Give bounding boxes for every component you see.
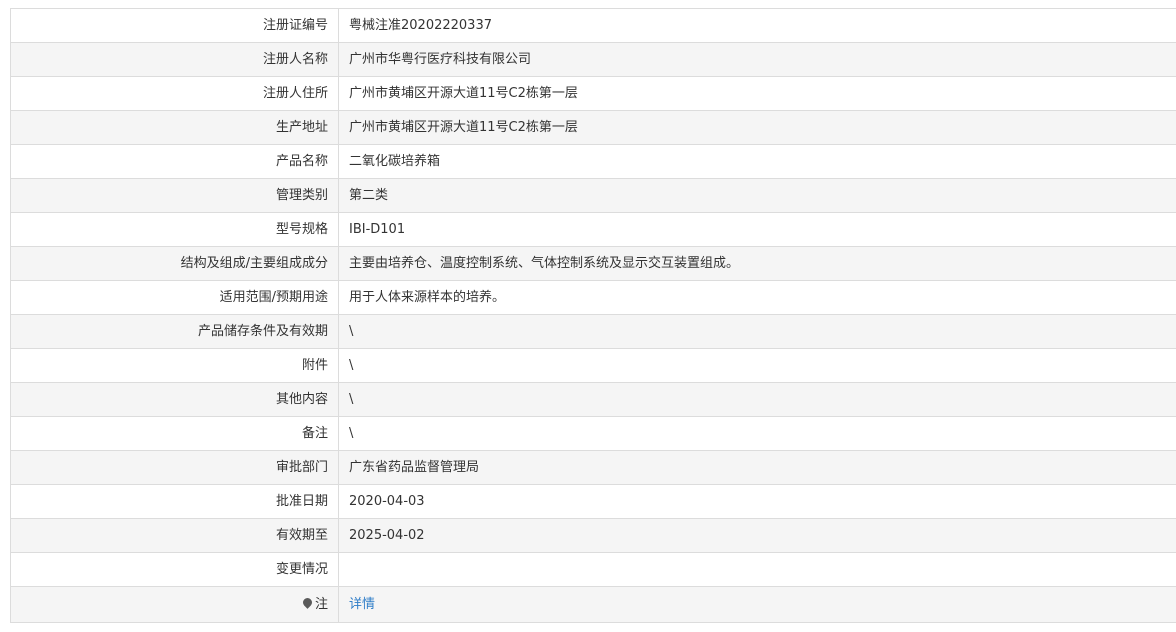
row-label: 备注 bbox=[10, 416, 339, 451]
row-label: 批准日期 bbox=[10, 484, 339, 519]
row-value: \ bbox=[338, 314, 1176, 349]
table-row: 注册人名称 广州市华粤行医疗科技有限公司 bbox=[10, 42, 1176, 77]
row-value: 用于人体来源样本的培养。 bbox=[338, 280, 1176, 315]
registration-detail-page: 注册证编号 粤械注准20202220337 注册人名称 广州市华粤行医疗科技有限… bbox=[0, 0, 1176, 632]
table-row: 注册人住所 广州市黄埔区开源大道11号C2栋第一层 bbox=[10, 76, 1176, 111]
table-row: 备注 \ bbox=[10, 416, 1176, 451]
row-label: 生产地址 bbox=[10, 110, 339, 145]
row-label: 管理类别 bbox=[10, 178, 339, 213]
row-value: \ bbox=[338, 348, 1176, 383]
row-value: 广州市黄埔区开源大道11号C2栋第一层 bbox=[338, 110, 1176, 145]
row-value: 2020-04-03 bbox=[338, 484, 1176, 519]
row-value: \ bbox=[338, 416, 1176, 451]
row-label: 附件 bbox=[10, 348, 339, 383]
table-row: 批准日期 2020-04-03 bbox=[10, 484, 1176, 519]
row-value: 广东省药品监督管理局 bbox=[338, 450, 1176, 485]
row-label: 产品储存条件及有效期 bbox=[10, 314, 339, 349]
row-value: \ bbox=[338, 382, 1176, 417]
note-row: 注 详情 bbox=[10, 586, 1176, 623]
row-value: 粤械注准20202220337 bbox=[338, 8, 1176, 43]
row-value: 2025-04-02 bbox=[338, 518, 1176, 553]
row-value: 第二类 bbox=[338, 178, 1176, 213]
row-label: 变更情况 bbox=[10, 552, 339, 587]
row-label: 注册人名称 bbox=[10, 42, 339, 77]
row-label: 适用范围/预期用途 bbox=[10, 280, 339, 315]
table-row: 有效期至 2025-04-02 bbox=[10, 518, 1176, 553]
table-row: 审批部门 广东省药品监督管理局 bbox=[10, 450, 1176, 485]
table-row: 变更情况 bbox=[10, 552, 1176, 587]
table-row: 适用范围/预期用途 用于人体来源样本的培养。 bbox=[10, 280, 1176, 315]
pin-icon bbox=[301, 596, 314, 609]
table-row: 结构及组成/主要组成成分 主要由培养仓、温度控制系统、气体控制系统及显示交互装置… bbox=[10, 246, 1176, 281]
registration-info-table: 注册证编号 粤械注准20202220337 注册人名称 广州市华粤行医疗科技有限… bbox=[10, 8, 1176, 623]
table-row: 生产地址 广州市黄埔区开源大道11号C2栋第一层 bbox=[10, 110, 1176, 145]
row-value: 广州市华粤行医疗科技有限公司 bbox=[338, 42, 1176, 77]
row-label: 审批部门 bbox=[10, 450, 339, 485]
table-row: 管理类别 第二类 bbox=[10, 178, 1176, 213]
row-value: IBI-D101 bbox=[338, 212, 1176, 247]
table-row: 型号规格 IBI-D101 bbox=[10, 212, 1176, 247]
row-value: 主要由培养仓、温度控制系统、气体控制系统及显示交互装置组成。 bbox=[338, 246, 1176, 281]
row-label: 有效期至 bbox=[10, 518, 339, 553]
note-label: 注 bbox=[314, 597, 328, 612]
row-label: 注册人住所 bbox=[10, 76, 339, 111]
row-value bbox=[338, 552, 1176, 587]
row-value: 广州市黄埔区开源大道11号C2栋第一层 bbox=[338, 76, 1176, 111]
note-value-cell: 详情 bbox=[338, 586, 1176, 623]
table-row: 产品名称 二氧化碳培养箱 bbox=[10, 144, 1176, 179]
row-label: 型号规格 bbox=[10, 212, 339, 247]
table-row: 附件 \ bbox=[10, 348, 1176, 383]
table-row: 注册证编号 粤械注准20202220337 bbox=[10, 8, 1176, 43]
details-link[interactable]: 详情 bbox=[349, 597, 375, 612]
row-label: 产品名称 bbox=[10, 144, 339, 179]
row-label: 其他内容 bbox=[10, 382, 339, 417]
row-value: 二氧化碳培养箱 bbox=[338, 144, 1176, 179]
row-label: 结构及组成/主要组成成分 bbox=[10, 246, 339, 281]
row-label: 注册证编号 bbox=[10, 8, 339, 43]
table-row: 产品储存条件及有效期 \ bbox=[10, 314, 1176, 349]
table-row: 其他内容 \ bbox=[10, 382, 1176, 417]
note-label-cell: 注 bbox=[10, 586, 339, 623]
